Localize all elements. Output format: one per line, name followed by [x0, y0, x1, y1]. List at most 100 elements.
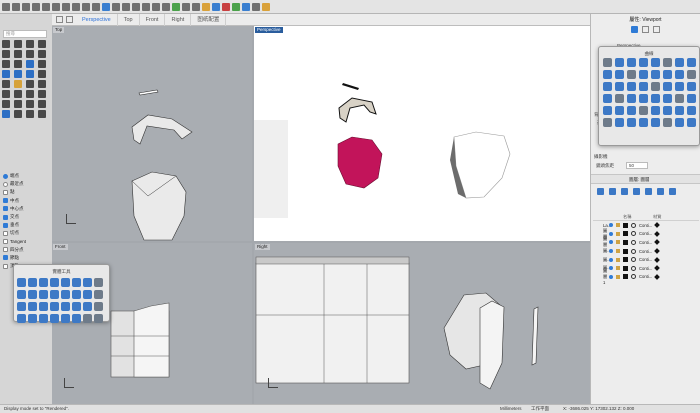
curve-tool-icon[interactable]: [603, 94, 612, 103]
solid-wirecut-icon[interactable]: [83, 302, 92, 311]
osnap-checkbox[interactable]: [3, 247, 8, 253]
curve-tool-icon[interactable]: [603, 106, 612, 115]
layer-lock-icon[interactable]: [616, 274, 620, 279]
curve-tool-icon[interactable]: [603, 82, 612, 91]
polygon-icon[interactable]: [38, 50, 46, 58]
command-search-input[interactable]: 搜尋: [3, 30, 47, 38]
solid-shell-icon[interactable]: [83, 290, 92, 299]
cylinder-icon[interactable]: [14, 70, 22, 78]
curve-tool-icon[interactable]: [675, 94, 684, 103]
cut-icon[interactable]: [42, 2, 50, 11]
osnap-checkbox[interactable]: [3, 263, 8, 269]
viewport-right[interactable]: Right: [254, 243, 590, 404]
curve-tool-icon[interactable]: [651, 118, 660, 127]
curve-tool-icon[interactable]: [651, 58, 660, 67]
solid-torus-icon[interactable]: [61, 278, 70, 287]
solid-move-face-icon[interactable]: [61, 302, 70, 311]
osnap-radio[interactable]: [3, 181, 8, 187]
curve-tool-icon[interactable]: [615, 118, 624, 127]
layer-color-swatch[interactable]: [623, 239, 628, 245]
material-icon[interactable]: [212, 2, 220, 11]
osnap-checkbox[interactable]: [3, 255, 8, 261]
layer-lock-icon[interactable]: [616, 257, 620, 262]
osnap-item[interactable]: 中心点: [3, 205, 51, 213]
solid-fillet-icon[interactable]: [61, 290, 70, 299]
scale-icon[interactable]: [38, 100, 46, 108]
layer-color-swatch[interactable]: [623, 265, 628, 271]
layer-color-swatch[interactable]: [623, 257, 628, 263]
curve-tool-icon[interactable]: [663, 58, 672, 67]
layer-linetype[interactable]: Conti...: [639, 223, 655, 228]
curve-tool-icon[interactable]: [615, 94, 624, 103]
solid-cylinder-icon[interactable]: [28, 278, 37, 287]
layer-current-icon[interactable]: [609, 223, 613, 228]
solid-pipe-icon[interactable]: [72, 278, 81, 287]
layer-linetype[interactable]: Conti...: [639, 266, 655, 271]
osnap-item[interactable]: 最近点: [3, 180, 51, 188]
osnap-checkbox[interactable]: [3, 206, 8, 212]
curve-tool-icon[interactable]: [687, 118, 696, 127]
layer-icon[interactable]: [192, 2, 200, 11]
pan-icon[interactable]: [102, 2, 110, 11]
text-icon[interactable]: [2, 100, 10, 108]
tab-perspective[interactable]: Perspective: [76, 13, 118, 26]
curve-tool-icon[interactable]: [687, 94, 696, 103]
curve-tool-icon[interactable]: [663, 70, 672, 79]
transform-icon[interactable]: [2, 110, 10, 118]
arc-icon[interactable]: [14, 50, 22, 58]
solid-ellipsoid-icon[interactable]: [83, 278, 92, 287]
layer-lock-icon[interactable]: [616, 240, 620, 245]
rotate-view-icon[interactable]: [112, 2, 120, 11]
osnap-item[interactable]: 點: [3, 188, 51, 196]
layer-lock-icon[interactable]: [616, 231, 620, 236]
help-icon[interactable]: [252, 2, 260, 11]
solid-offset-icon[interactable]: [72, 314, 81, 323]
curve-tool-icon[interactable]: [663, 118, 672, 127]
layer-material-icon[interactable]: [631, 248, 636, 254]
mirror-icon[interactable]: [26, 110, 34, 118]
solid-extract-icon[interactable]: [72, 302, 81, 311]
layer-current-icon[interactable]: [609, 257, 613, 262]
circle-icon[interactable]: [2, 50, 10, 58]
layer-current-icon[interactable]: [609, 274, 613, 279]
copy-icon[interactable]: [52, 2, 60, 11]
boolean-icon[interactable]: [2, 80, 10, 88]
layer-filter-icon[interactable]: [657, 187, 664, 195]
solid-box-icon[interactable]: [17, 278, 26, 287]
paste-icon[interactable]: [62, 2, 70, 11]
select-icon[interactable]: [172, 2, 180, 11]
undo-view-icon[interactable]: [162, 2, 170, 11]
analyze-icon[interactable]: [38, 110, 46, 118]
curve-tool-icon[interactable]: [639, 106, 648, 115]
solid-pyramid-icon[interactable]: [94, 278, 103, 287]
material-tab-icon[interactable]: [653, 26, 660, 33]
options-icon[interactable]: [242, 2, 250, 11]
curve-tool-icon[interactable]: [639, 70, 648, 79]
freeform-icon[interactable]: [14, 60, 22, 68]
camera-tab-icon[interactable]: [631, 26, 638, 33]
curve-tool-icon[interactable]: [651, 70, 660, 79]
layer-current-icon[interactable]: [609, 231, 613, 236]
curve-tool-icon[interactable]: [627, 94, 636, 103]
solid-union-icon[interactable]: [17, 290, 26, 299]
curve-tool-icon[interactable]: [651, 106, 660, 115]
select-arrow-icon[interactable]: [2, 40, 10, 48]
rectangle-icon[interactable]: [26, 50, 34, 58]
layer-row[interactable]: 圖層1 Conti...: [593, 268, 699, 285]
curve-tool-icon[interactable]: [615, 82, 624, 91]
print-icon[interactable]: [32, 2, 40, 11]
curve-tool-icon[interactable]: [603, 118, 612, 127]
offset-icon[interactable]: [26, 90, 34, 98]
osnap-radio[interactable]: [3, 173, 8, 179]
viewport-perspective[interactable]: Perspective: [254, 26, 590, 241]
layer-current-icon[interactable]: [609, 249, 613, 254]
curve-tool-icon[interactable]: [675, 58, 684, 67]
fillet-icon[interactable]: [14, 80, 22, 88]
layer-color-swatch[interactable]: [623, 231, 628, 237]
zoom-extents-icon[interactable]: [142, 2, 150, 11]
tab-front[interactable]: Front: [140, 13, 166, 26]
curve-tool-icon[interactable]: [687, 82, 696, 91]
solid-intersection-icon[interactable]: [39, 290, 48, 299]
curve-tool-icon[interactable]: [603, 58, 612, 67]
curve-tool-icon[interactable]: [687, 58, 696, 67]
